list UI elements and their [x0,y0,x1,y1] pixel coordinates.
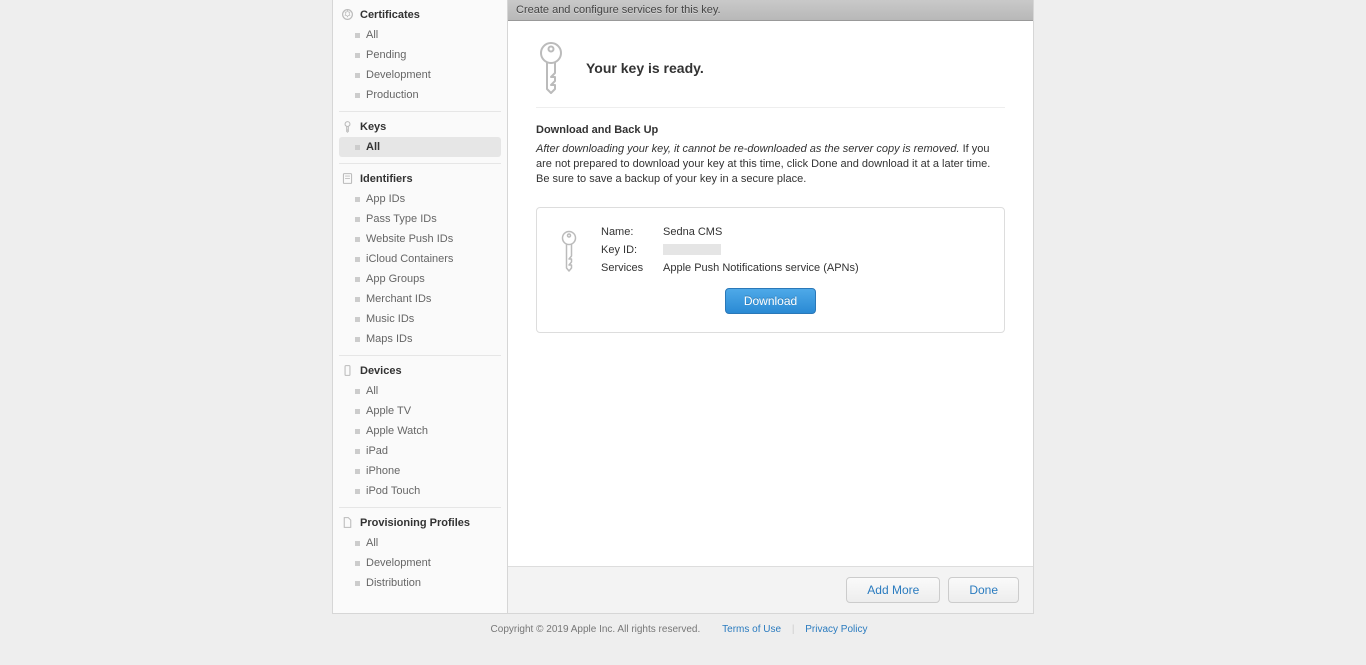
main-panel: Create and configure services for this k… [508,0,1033,613]
bullet-icon [355,469,360,474]
sidebar-item[interactable]: Maps IDs [339,329,501,349]
bullet-icon [355,93,360,98]
sidebar-item[interactable]: All [339,137,501,157]
sidebar-item[interactable]: iPad [339,441,501,461]
bullet-icon [355,277,360,282]
bullet-icon [355,297,360,302]
page-footer: Copyright © 2019 Apple Inc. All rights r… [332,614,1034,665]
sidebar-item[interactable]: All [339,25,501,45]
bullet-icon [355,73,360,78]
sidebar-item[interactable]: Merchant IDs [339,289,501,309]
sidebar-item[interactable]: All [339,533,501,553]
key-id-label: Key ID: [601,244,663,256]
bullet-icon [355,389,360,394]
sidebar-item[interactable]: Production [339,85,501,105]
description-text: After downloading your key, it cannot be… [536,142,1005,187]
sidebar-section-header[interactable]: Identifiers [339,170,501,189]
bullet-icon [355,237,360,242]
sidebar-item[interactable]: Development [339,553,501,573]
key-icon [561,230,577,274]
privacy-link[interactable]: Privacy Policy [805,624,867,635]
sidebar-item[interactable]: iPod Touch [339,481,501,501]
sidebar-item[interactable]: iPhone [339,461,501,481]
key-id-value-redacted [663,244,721,255]
bullet-icon [355,489,360,494]
bullet-icon [355,541,360,546]
footer-buttons: Add More Done [508,566,1033,613]
terms-link[interactable]: Terms of Use [722,624,781,635]
sidebar-section-header[interactable]: Certificates [339,6,501,25]
bullet-icon [355,257,360,262]
bullet-icon [355,197,360,202]
sidebar-item[interactable]: Apple Watch [339,421,501,441]
sidebar-item[interactable]: Development [339,65,501,85]
sidebar-item[interactable]: Music IDs [339,309,501,329]
sidebar-item[interactable]: App IDs [339,189,501,209]
sidebar: CertificatesAllPendingDevelopmentProduct… [333,0,508,613]
download-button[interactable]: Download [725,288,816,314]
sidebar-item[interactable]: App Groups [339,269,501,289]
bullet-icon [355,429,360,434]
name-value: Sedna CMS [663,226,722,238]
services-label: Services [601,262,663,274]
ready-title: Your key is ready. [586,60,704,76]
key-icon [536,41,566,95]
done-button[interactable]: Done [948,577,1019,603]
add-more-button[interactable]: Add More [846,577,940,603]
sidebar-item[interactable]: Apple TV [339,401,501,421]
copyright-text: Copyright © 2019 Apple Inc. All rights r… [491,624,701,635]
sidebar-item[interactable]: Pass Type IDs [339,209,501,229]
sidebar-item[interactable]: Pending [339,45,501,65]
bullet-icon [355,217,360,222]
key-details-box: Name: Sedna CMS Key ID: Services Apple P… [536,207,1005,333]
bullet-icon [355,561,360,566]
bullet-icon [355,449,360,454]
bullet-icon [355,581,360,586]
bullet-icon [355,337,360,342]
sidebar-item[interactable]: Distribution [339,573,501,593]
bullet-icon [355,409,360,414]
services-value: Apple Push Notifications service (APNs) [663,262,859,274]
sidebar-section-header[interactable]: Devices [339,362,501,381]
sidebar-section-header[interactable]: Provisioning Profiles [339,514,501,533]
banner: Create and configure services for this k… [508,0,1033,21]
bullet-icon [355,145,360,150]
sidebar-item[interactable]: Website Push IDs [339,229,501,249]
bullet-icon [355,53,360,58]
sidebar-item[interactable]: iCloud Containers [339,249,501,269]
sidebar-item[interactable]: All [339,381,501,401]
bullet-icon [355,33,360,38]
download-section-title: Download and Back Up [536,124,1005,136]
sidebar-section-header[interactable]: Keys [339,118,501,137]
name-label: Name: [601,226,663,238]
bullet-icon [355,317,360,322]
